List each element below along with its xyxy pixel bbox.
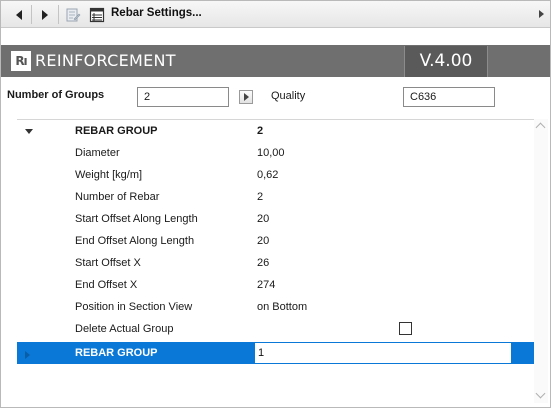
app-title: REINFORCEMENT [35, 51, 176, 70]
property-row-position-section-view[interactable]: Position in Section View on Bottom [17, 296, 534, 318]
rebar-settings-button[interactable] [87, 5, 107, 24]
quality-field[interactable]: C636 [403, 87, 495, 107]
rebar-group-header[interactable]: REBAR GROUP 2 [17, 120, 534, 142]
property-value[interactable]: 0,62 [257, 164, 278, 186]
app-logo: Rı [11, 51, 31, 71]
property-name: Delete Actual Group [75, 323, 174, 335]
group-value: 2 [257, 125, 264, 137]
property-name: End Offset Along Length [75, 235, 195, 247]
property-row-start-offset-length[interactable]: Start Offset Along Length 20 [17, 208, 534, 230]
property-value[interactable]: 10,00 [257, 142, 285, 164]
property-row-delete-group[interactable]: Delete Actual Group [17, 318, 534, 340]
group-name: REBAR GROUP [75, 347, 158, 359]
chevron-right-icon [539, 10, 544, 18]
property-value[interactable]: 2 [257, 186, 263, 208]
property-row-start-offset-x[interactable]: Start Offset X 26 [17, 252, 534, 274]
groups-apply-button[interactable] [239, 90, 253, 104]
rebar-group-header-selected[interactable]: REBAR GROUP 1 [17, 342, 534, 364]
number-of-groups-label: Number of Groups [7, 89, 105, 101]
toolbar-separator [31, 5, 32, 24]
triangle-left-icon [16, 9, 22, 20]
document-edit-icon [66, 8, 81, 21]
delete-group-checkbox[interactable] [399, 322, 412, 335]
property-value[interactable]: 20 [257, 208, 269, 230]
group-value-editor[interactable]: 1 [255, 343, 511, 363]
property-value[interactable]: 274 [257, 274, 275, 296]
back-button[interactable] [9, 5, 29, 24]
chevron-down-icon[interactable] [535, 388, 546, 399]
property-value[interactable]: 26 [257, 252, 269, 274]
vertical-scrollbar[interactable] [534, 119, 548, 403]
property-row-end-offset-length[interactable]: End Offset Along Length 20 [17, 230, 534, 252]
property-name: Number of Rebar [75, 191, 160, 203]
edit-document-button[interactable] [63, 5, 83, 24]
toolbar-title: Rebar Settings... [111, 7, 202, 19]
forward-button[interactable] [35, 5, 55, 24]
triangle-right-icon [25, 351, 30, 359]
triangle-right-icon [42, 9, 48, 20]
toolbar-separator [58, 5, 59, 24]
groups-row: Number of Groups 2 Quality C636 [1, 84, 550, 112]
toolbar-overflow-button[interactable] [539, 10, 544, 18]
property-name: Position in Section View [75, 301, 193, 313]
property-name: End Offset X [75, 279, 138, 291]
property-value[interactable]: 20 [257, 230, 269, 252]
rebar-settings-window: Rebar Settings... Rı REINFORCEMENT V.4.0… [0, 0, 551, 408]
property-value[interactable]: on Bottom [257, 296, 307, 318]
chevron-up-icon[interactable] [535, 122, 546, 133]
property-row-diameter[interactable]: Diameter 10,00 [17, 142, 534, 164]
version-badge: V.4.00 [404, 46, 488, 77]
group-name: REBAR GROUP [75, 125, 158, 137]
property-row-weight[interactable]: Weight [kg/m] 0,62 [17, 164, 534, 186]
triangle-right-icon [243, 93, 249, 101]
property-name: Start Offset X [75, 257, 141, 269]
app-header: Rı REINFORCEMENT V.4.00 [1, 45, 550, 77]
property-grid: REBAR GROUP 2 Diameter 10,00 Weight [kg/… [17, 119, 534, 403]
property-name: Start Offset Along Length [75, 213, 198, 225]
number-of-groups-field[interactable]: 2 [137, 87, 229, 107]
property-row-end-offset-x[interactable]: End Offset X 274 [17, 274, 534, 296]
property-row-number-of-rebar[interactable]: Number of Rebar 2 [17, 186, 534, 208]
quality-label: Quality [271, 90, 306, 102]
property-name: Weight [kg/m] [75, 169, 143, 181]
expand-arrow[interactable] [25, 351, 30, 359]
toolbar: Rebar Settings... [1, 1, 550, 28]
triangle-down-icon [25, 129, 33, 134]
property-name: Diameter [75, 147, 120, 159]
table-document-icon [89, 7, 105, 22]
collapse-arrow[interactable] [25, 129, 33, 134]
